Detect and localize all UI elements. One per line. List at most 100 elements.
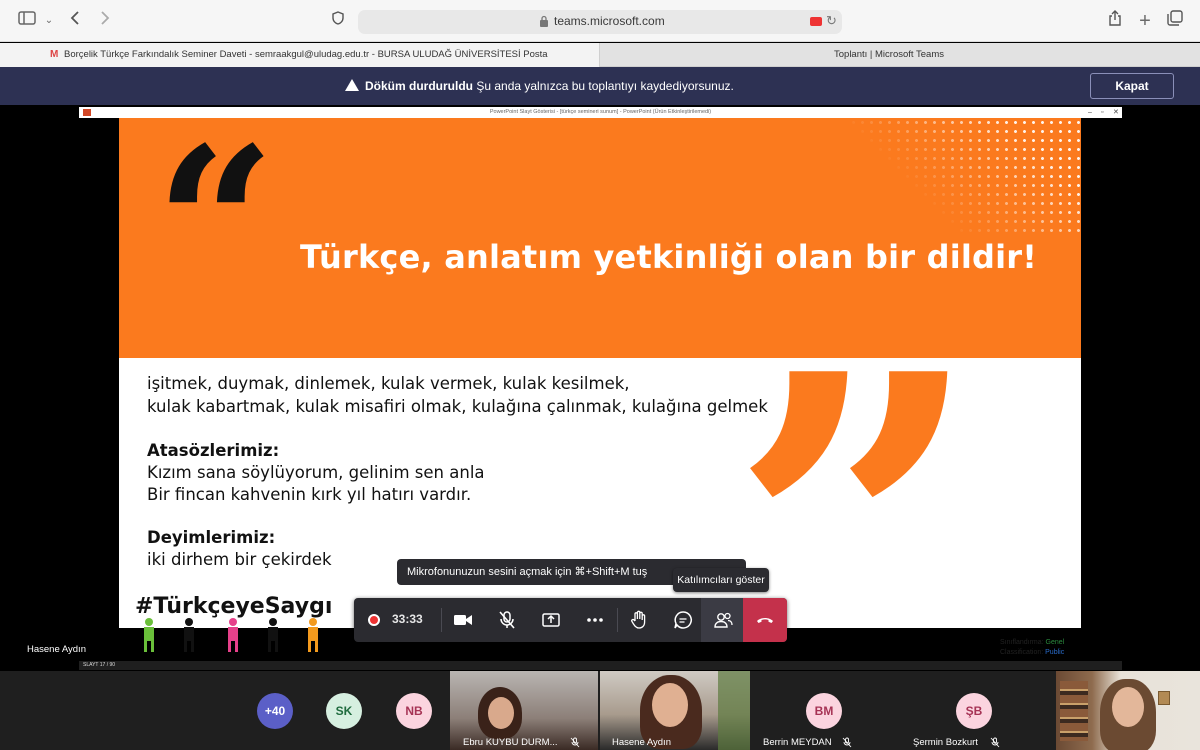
ppt-status-bar: SLAYT 17 / 90: [79, 661, 1122, 670]
recording-indicator[interactable]: 33:33: [354, 598, 442, 642]
participant-name-berrin: Berrin MEYDAN: [763, 737, 832, 748]
classification-label-en: Classification:: [1000, 649, 1044, 656]
warning-icon: [345, 79, 359, 91]
avatar-sb[interactable]: ŞB: [956, 693, 992, 729]
tab-teams-label: Toplantı | Microsoft Teams: [834, 49, 945, 60]
mic-off-icon: [990, 737, 1000, 748]
privacy-shield-icon[interactable]: [327, 10, 349, 32]
proverbs-title: Atasözlerimiz:: [147, 441, 280, 460]
close-icon[interactable]: ✕: [1113, 107, 1119, 118]
browser-tab-row: M Borçelik Türkçe Farkındalık Seminer Da…: [0, 43, 1200, 101]
record-icon: [368, 614, 380, 626]
participant-name-hasene: Hasene Aydın: [612, 737, 671, 748]
avatar-bm[interactable]: BM: [806, 693, 842, 729]
slide-line-1: işitmek, duymak, dinlemek, kulak vermek,…: [147, 374, 630, 393]
figure-orange: [304, 618, 322, 652]
restore-icon[interactable]: ▫: [1101, 107, 1103, 118]
banner-text: Şu anda yalnızca bu toplantıyı kaydediyo…: [476, 79, 734, 93]
chat-icon: [674, 611, 692, 629]
classification-value-tr: Genel: [1045, 639, 1065, 646]
tab-mail[interactable]: M Borçelik Türkçe Farkındalık Seminer Da…: [0, 43, 600, 67]
mic-off-icon: [570, 737, 580, 748]
more-actions-button[interactable]: [573, 598, 617, 642]
classification-tr: Sınıflandırma: Genel: [1000, 639, 1064, 646]
powerpoint-icon: [83, 109, 91, 116]
banner-close-button[interactable]: Kapat: [1090, 73, 1174, 99]
proverb-2: Bir fincan kahvenin kırk yıl hatırı vard…: [147, 485, 472, 504]
address-bar[interactable]: teams.microsoft.com ↻: [358, 10, 842, 34]
raise-hand-button[interactable]: [617, 598, 661, 642]
chevron-down-icon[interactable]: ⌄: [38, 10, 60, 32]
ppt-window-title: PowerPoint Slayt Gösterisi - [türkçe sem…: [489, 109, 712, 115]
meeting-timer: 33:33: [392, 612, 423, 626]
show-participants-tooltip: Katılımcıları göster: [673, 568, 769, 592]
raise-hand-icon: [631, 610, 646, 629]
figure-green: [140, 618, 158, 652]
meeting-control-bar: 33:33: [354, 598, 787, 642]
participant-face: [488, 697, 514, 729]
idiom-1: iki dirhem bir çekirdek: [147, 550, 332, 569]
proverb-1: Kızım sana söylüyorum, gelinim sen anla: [147, 463, 485, 482]
slide-line-2: kulak kabartmak, kulak misafiri olmak, k…: [147, 397, 768, 416]
ppt-window-titlebar: PowerPoint Slayt Gösterisi - [türkçe sem…: [79, 107, 1122, 118]
self-view-video[interactable]: [1056, 671, 1200, 750]
show-participants-button[interactable]: [701, 598, 745, 642]
participant-face: [652, 683, 688, 727]
sidebar-toggle-icon[interactable]: [16, 10, 38, 32]
avatar-sk[interactable]: SK: [326, 693, 362, 729]
hang-up-button[interactable]: [743, 598, 787, 642]
new-tab-plus-icon[interactable]: +: [1134, 10, 1156, 32]
classification-en: Classification: Public: [1000, 649, 1064, 656]
share-screen-icon: [542, 613, 560, 627]
slide-heading: Türkçe, anlatım yetkinliği olan bir dild…: [300, 238, 1038, 276]
tab-overview-icon[interactable]: [1164, 10, 1186, 32]
reload-icon[interactable]: ↻: [826, 13, 837, 29]
presentation-slide: “ Türkçe, anlatım yetkinliği olan bir di…: [119, 118, 1081, 628]
wall-frame: [1158, 691, 1170, 705]
browser-toolbar: ⌄ teams.microsoft.com ↻ +: [0, 0, 1200, 42]
decorative-dots: [831, 118, 1081, 238]
participant-face: [1112, 687, 1144, 727]
banner-message: Döküm durduruldu Şu anda yalnızca bu top…: [365, 79, 734, 93]
hang-up-phone-icon: [757, 618, 773, 623]
figure-black-2: [264, 618, 282, 652]
back-arrow-icon[interactable]: [64, 10, 86, 32]
open-quote-mark: “: [155, 118, 276, 348]
minimize-icon[interactable]: –: [1088, 107, 1092, 118]
presenter-name: Hasene Aydın: [27, 644, 86, 655]
hashtag-logo: #TürkçeyeSaygı: [135, 594, 333, 619]
slide-counter: SLAYT 17 / 90: [83, 662, 116, 668]
recording-banner: Döküm durduruldu Şu anda yalnızca bu top…: [0, 67, 1200, 105]
video-camera-icon: [454, 615, 472, 625]
tab-mail-label: Borçelik Türkçe Farkındalık Seminer Dave…: [64, 49, 548, 60]
bookshelf-background: [1060, 681, 1088, 741]
lock-icon: [540, 15, 548, 27]
camera-in-use-icon[interactable]: [810, 17, 822, 26]
forward-arrow-icon[interactable]: [94, 10, 116, 32]
classification-value-en: Public: [1045, 649, 1065, 656]
participant-name-ebru: Ebru KUYBU DURM...: [463, 737, 558, 748]
share-icon[interactable]: [1104, 10, 1126, 32]
mic-off-icon: [499, 611, 515, 629]
plant-background: [718, 671, 750, 750]
classification-label-tr: Sınıflandırma:: [1000, 639, 1044, 646]
avatar-nb[interactable]: NB: [396, 693, 432, 729]
camera-toggle-button[interactable]: [441, 598, 485, 642]
teams-meeting-window: ⌄ teams.microsoft.com ↻ + M Borçelik Tür…: [0, 0, 1200, 750]
participant-name-sermin: Şermin Bozkurt: [913, 737, 978, 748]
more-dots-icon: [587, 618, 603, 622]
figure-black: [180, 618, 198, 652]
figure-pink: [224, 618, 242, 652]
chat-button[interactable]: [661, 598, 705, 642]
mic-toggle-button[interactable]: [485, 598, 529, 642]
participants-icon: [714, 612, 733, 628]
mic-off-icon: [842, 737, 852, 748]
hashtag-figures: [140, 618, 340, 654]
share-screen-button[interactable]: [529, 598, 573, 642]
url-text: teams.microsoft.com: [554, 14, 665, 28]
overflow-participants-count[interactable]: +40: [257, 693, 293, 729]
idioms-title: Deyimlerimiz:: [147, 528, 276, 547]
tab-teams[interactable]: Toplantı | Microsoft Teams: [600, 43, 1172, 67]
gmail-icon: M: [50, 49, 59, 60]
banner-bold-text: Döküm durduruldu: [365, 79, 473, 93]
